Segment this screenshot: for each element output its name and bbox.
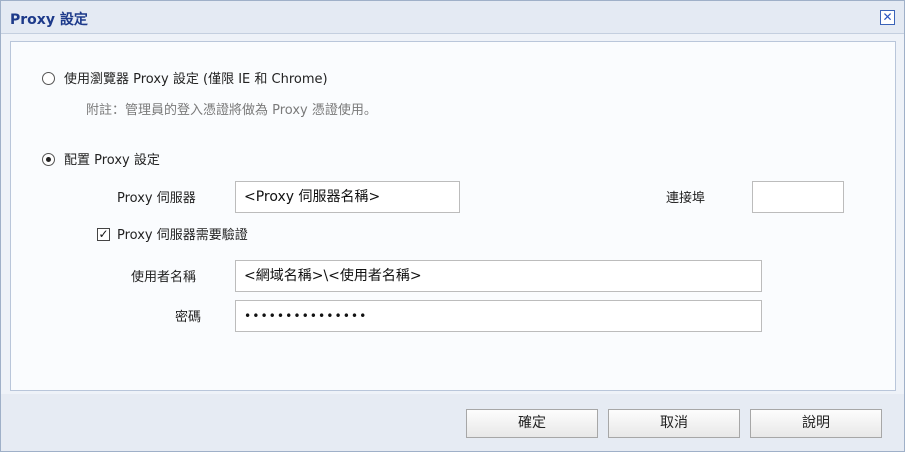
proxy-server-label: Proxy 伺服器: [117, 191, 196, 206]
configure-proxy-radio[interactable]: [42, 153, 55, 166]
browser-proxy-radio[interactable]: [42, 72, 55, 85]
help-button[interactable]: 說明: [750, 409, 882, 438]
dialog-titlebar: Proxy 設定 ✕: [1, 1, 904, 34]
dialog-content: 使用瀏覽器 Proxy 設定 (僅限 IE 和 Chrome) 附註：管理員的登…: [10, 41, 896, 391]
port-label: 連接埠: [666, 191, 706, 206]
browser-proxy-note: 附註：管理員的登入憑證將做為 Proxy 憑證使用。: [86, 103, 377, 118]
ok-button[interactable]: 確定: [466, 409, 598, 438]
close-icon[interactable]: ✕: [880, 10, 895, 25]
browser-proxy-label[interactable]: 使用瀏覽器 Proxy 設定 (僅限 IE 和 Chrome): [64, 68, 328, 87]
configure-proxy-label[interactable]: 配置 Proxy 設定: [64, 149, 160, 168]
password-input[interactable]: •••••••••••••••: [235, 300, 762, 332]
cancel-button[interactable]: 取消: [608, 409, 740, 438]
dialog-title: Proxy 設定: [10, 12, 88, 28]
proxy-server-input[interactable]: <Proxy 伺服器名稱>: [235, 181, 460, 213]
auth-required-label[interactable]: Proxy 伺服器需要驗證: [117, 224, 248, 243]
proxy-settings-dialog: Proxy 設定 ✕ 使用瀏覽器 Proxy 設定 (僅限 IE 和 Chrom…: [0, 0, 905, 452]
username-input[interactable]: <網域名稱>\<使用者名稱>: [235, 260, 762, 292]
auth-required-checkbox[interactable]: ✓: [97, 228, 110, 241]
password-label: 密碼: [175, 310, 202, 325]
username-label: 使用者名稱: [131, 270, 197, 285]
port-input[interactable]: [752, 181, 844, 213]
